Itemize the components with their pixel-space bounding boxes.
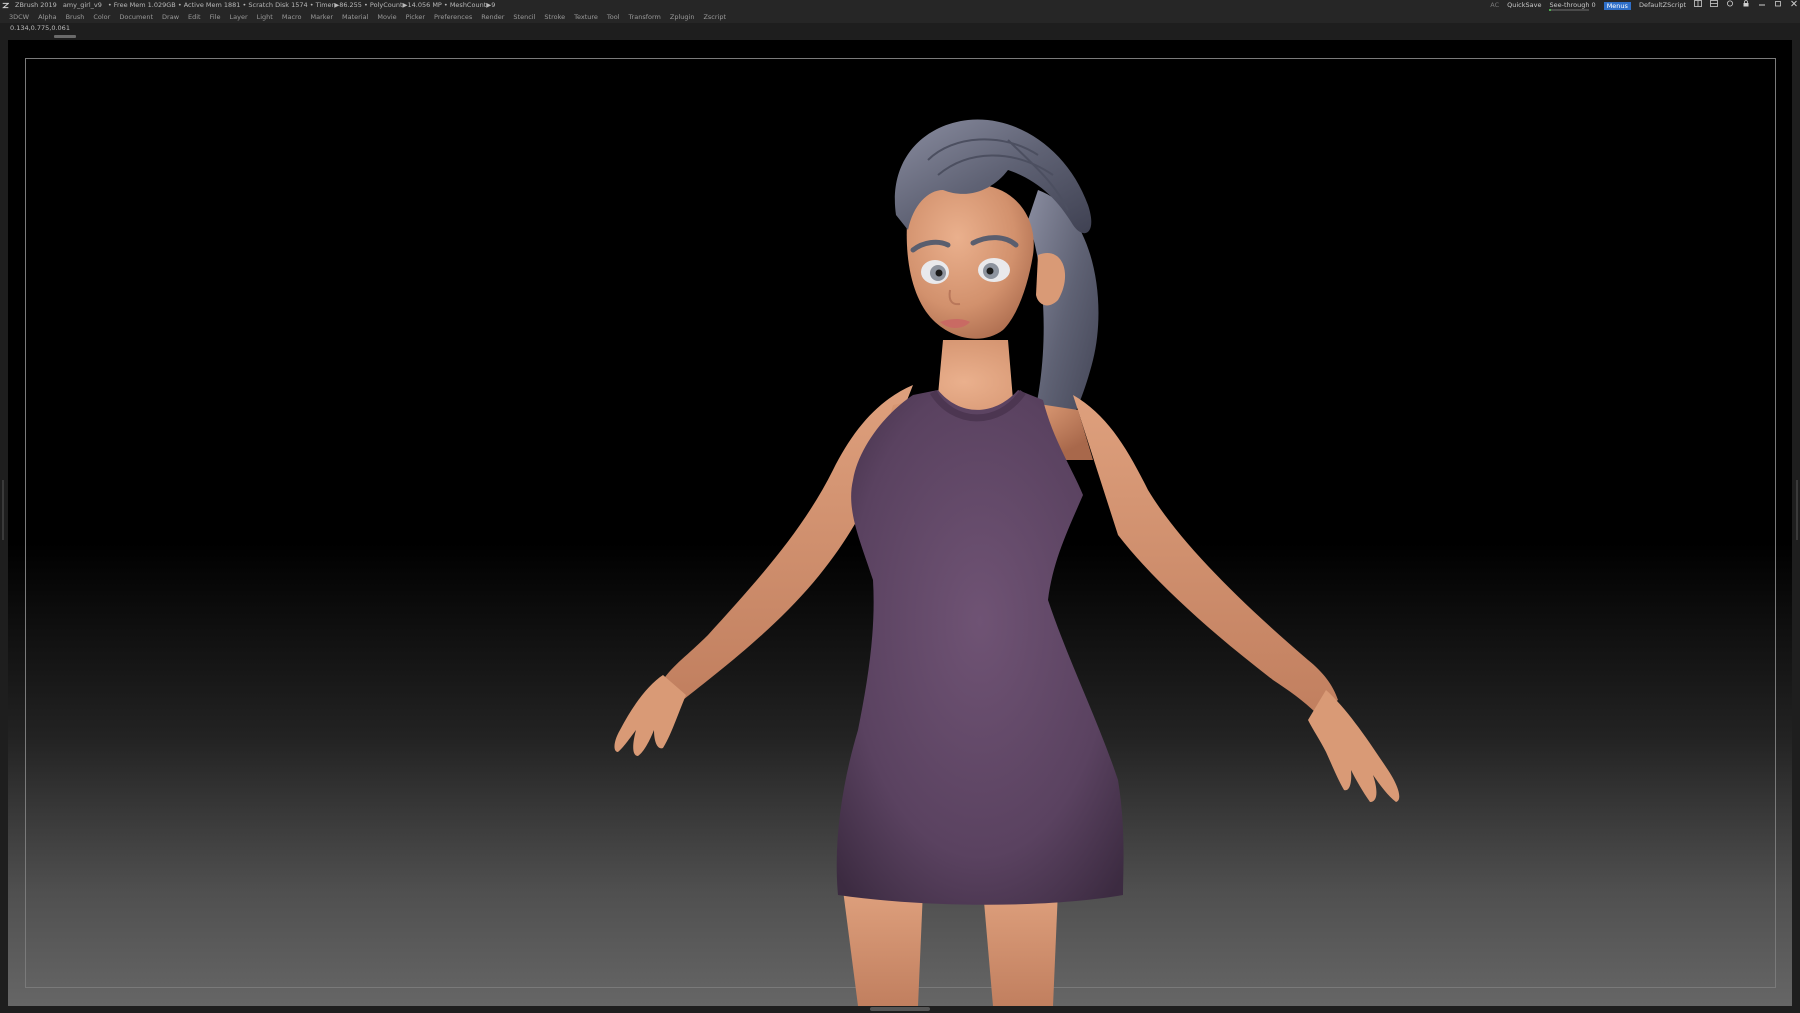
lock-icon[interactable] — [1742, 0, 1750, 11]
menu-item-zplugin[interactable]: Zplugin — [670, 11, 695, 23]
zbrush-logo-icon — [2, 2, 9, 9]
menu-item-alpha[interactable]: Alpha — [38, 11, 56, 23]
app-name: ZBrush 2019 — [15, 1, 57, 9]
coordinates-readout: 0.134,0.775,0.061 — [10, 24, 70, 32]
quicksave-button[interactable]: QuickSave — [1507, 0, 1541, 11]
menu-item-brush[interactable]: Brush — [66, 11, 85, 23]
dress — [836, 389, 1124, 905]
menu-item-stencil[interactable]: Stencil — [513, 11, 535, 23]
right-tray-handle[interactable] — [1795, 480, 1799, 540]
ac-label[interactable]: AC — [1490, 0, 1499, 11]
menu-item-material[interactable]: Material — [342, 11, 368, 23]
menu-item-draw[interactable]: Draw — [162, 11, 179, 23]
menu-item-texture[interactable]: Texture — [574, 11, 598, 23]
menu-item-tool[interactable]: Tool — [607, 11, 620, 23]
default-zscript-button[interactable]: DefaultZScript — [1639, 0, 1686, 11]
title-bar: ZBrush 2019 amy_girl_v9 • Free Mem 1.029… — [0, 0, 1800, 11]
menu-item-picker[interactable]: Picker — [406, 11, 425, 23]
menus-button[interactable]: Menus — [1603, 1, 1631, 10]
shelf-scroll-handle[interactable] — [54, 35, 76, 38]
minimize-icon[interactable] — [1758, 0, 1766, 11]
main-menu-bar: 3DCW Alpha Brush Color Document Draw Edit File L… — [0, 11, 1800, 23]
menu-item-preferences[interactable]: Preferences — [434, 11, 472, 23]
right-arm — [1073, 395, 1400, 802]
menu-item-document[interactable]: Document — [119, 11, 153, 23]
document-name: amy_girl_v9 — [62, 1, 102, 9]
3d-model-viewport[interactable] — [8, 40, 1792, 1006]
transform-icon[interactable] — [1726, 0, 1734, 11]
menu-item-3dcw[interactable]: 3DCW — [9, 11, 29, 23]
menu-item-stroke[interactable]: Stroke — [544, 11, 565, 23]
menu-item-transform[interactable]: Transform — [629, 11, 661, 23]
menu-item-macro[interactable]: Macro — [282, 11, 302, 23]
menu-item-render[interactable]: Render — [481, 11, 504, 23]
restore-icon[interactable] — [1774, 0, 1782, 11]
menu-item-light[interactable]: Light — [257, 11, 273, 23]
bottom-tray-handle[interactable] — [870, 1007, 930, 1011]
menu-item-marker[interactable]: Marker — [311, 11, 333, 23]
menu-item-zscript[interactable]: Zscript — [703, 11, 726, 23]
close-icon[interactable] — [1790, 0, 1798, 11]
layout-icon[interactable] — [1694, 0, 1702, 11]
see-through-label: See-through 0 — [1549, 1, 1596, 9]
palette-icon[interactable] — [1710, 0, 1718, 11]
left-tray-handle[interactable] — [1, 480, 5, 540]
memory-stats: • Free Mem 1.029GB • Active Mem 1881 • S… — [107, 1, 496, 9]
see-through-slider[interactable]: See-through 0 — [1549, 0, 1596, 11]
menu-item-edit[interactable]: Edit — [188, 11, 201, 23]
menu-item-movie[interactable]: Movie — [377, 11, 396, 23]
legs — [843, 890, 1058, 1006]
menu-item-color[interactable]: Color — [93, 11, 110, 23]
menu-item-layer[interactable]: Layer — [230, 11, 248, 23]
menu-item-file[interactable]: File — [210, 11, 221, 23]
